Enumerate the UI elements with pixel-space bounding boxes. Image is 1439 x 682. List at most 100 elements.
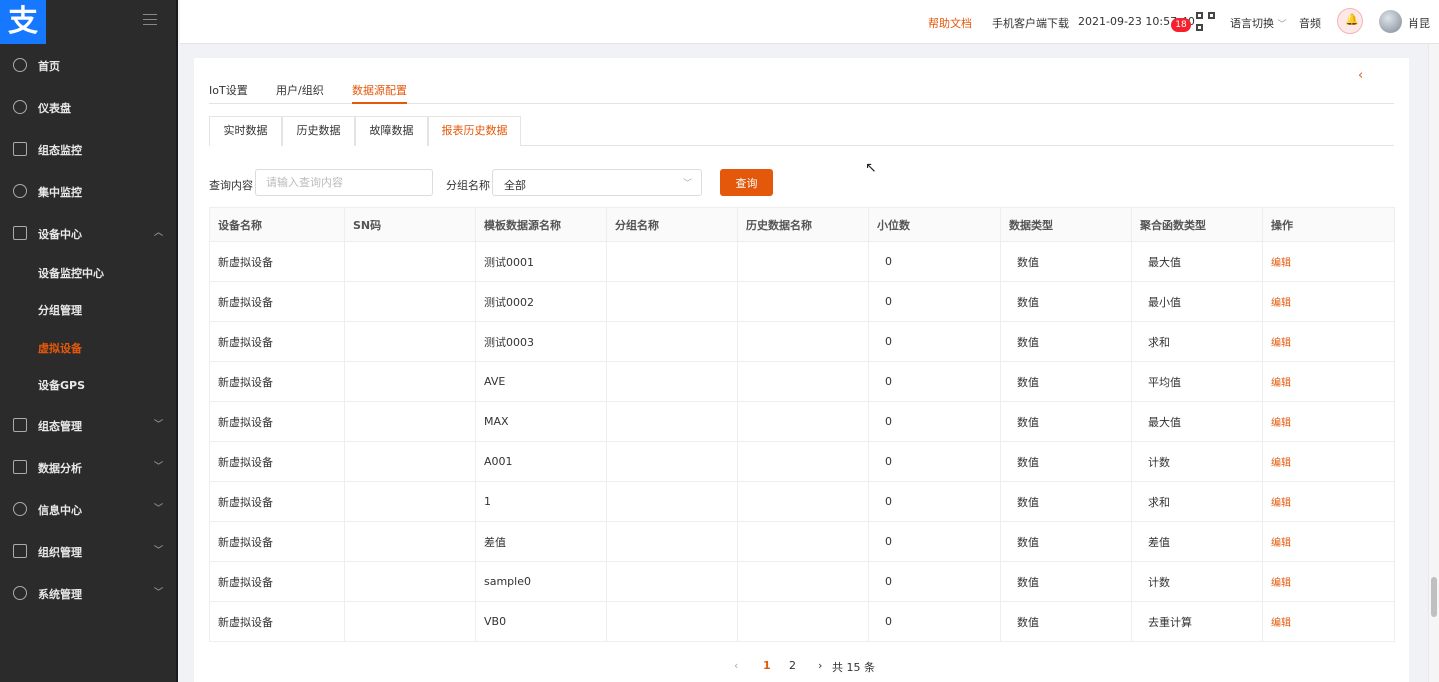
- page-2-button[interactable]: 2: [789, 659, 796, 672]
- edit-link[interactable]: 编辑: [1271, 378, 1291, 389]
- sidebar-item-home[interactable]: 首页: [0, 55, 178, 75]
- table-row: 新虚拟设备 AVE 0 数值 平均值 编辑: [209, 361, 1395, 402]
- table-cell: 数值: [1000, 401, 1132, 442]
- table-cell: 最小值: [1131, 281, 1263, 322]
- query-label: 查询内容: [209, 179, 253, 192]
- table-cell: 计数: [1131, 561, 1263, 602]
- tab-fault-data[interactable]: 故障数据: [355, 116, 428, 146]
- table-cell: 0: [868, 521, 1001, 562]
- table-cell: [606, 561, 738, 602]
- table-cell: [737, 441, 869, 482]
- page-1-button[interactable]: 1: [763, 659, 771, 672]
- language-switch[interactable]: 语言切换 ﹀: [1230, 15, 1287, 31]
- table-cell: AVE: [475, 361, 607, 402]
- table-cell: 新虚拟设备: [209, 601, 345, 642]
- table-cell: 去重计算: [1131, 601, 1263, 642]
- avatar[interactable]: [1379, 10, 1402, 33]
- sidebar-item-central-monitor[interactable]: 集中监控: [0, 181, 178, 201]
- table-cell: [737, 281, 869, 322]
- sidebar-subitem-device-gps[interactable]: 设备GPS: [38, 377, 85, 393]
- group-label: 分组名称: [446, 179, 490, 192]
- table-cell: [606, 441, 738, 482]
- group-select[interactable]: 全部 ﹀: [492, 169, 702, 196]
- tab-user-org[interactable]: 用户/组织: [276, 82, 324, 104]
- edit-link[interactable]: 编辑: [1271, 338, 1291, 349]
- edit-link[interactable]: 编辑: [1271, 578, 1291, 589]
- sidebar-item-scada-monitor[interactable]: 组态监控: [0, 139, 178, 159]
- back-chevron-icon[interactable]: ‹: [1358, 68, 1363, 83]
- table-cell: 编辑: [1262, 601, 1395, 642]
- table-row: 新虚拟设备 测试0003 0 数值 求和 编辑: [209, 321, 1395, 362]
- tab-iot-settings[interactable]: IoT设置: [209, 82, 248, 104]
- edit-link[interactable]: 编辑: [1271, 618, 1291, 629]
- app-logo[interactable]: 支: [0, 0, 46, 44]
- table-cell: 数值: [1000, 281, 1132, 322]
- total-count: 共 15 条: [832, 661, 875, 674]
- sidebar-item-message-center[interactable]: 信息中心 ﹀: [0, 499, 178, 519]
- table-cell: 新虚拟设备: [209, 281, 345, 322]
- table-cell: 差值: [475, 521, 607, 562]
- username[interactable]: 肖昆: [1408, 15, 1430, 31]
- table-cell: [344, 281, 476, 322]
- table-cell: 0: [868, 321, 1001, 362]
- sidebar-item-system-management[interactable]: 系统管理 ﹀: [0, 583, 178, 603]
- table-cell: [344, 521, 476, 562]
- notification-button[interactable]: 🔔: [1337, 8, 1363, 34]
- mobile-client-download-link[interactable]: 手机客户端下载: [992, 15, 1069, 31]
- edit-link[interactable]: 编辑: [1271, 298, 1291, 309]
- prev-page-button[interactable]: ‹: [734, 659, 738, 672]
- sidebar-item-org-management[interactable]: 组织管理 ﹀: [0, 541, 178, 561]
- table-cell: 最大值: [1131, 241, 1263, 282]
- table-cell: [606, 401, 738, 442]
- sidebar-item-scada-management[interactable]: 组态管理 ﹀: [0, 415, 178, 435]
- sidebar-item-dashboard[interactable]: 仪表盘: [0, 97, 178, 117]
- sidebar-subitem-device-monitor-center[interactable]: 设备监控中心: [38, 265, 104, 281]
- tab-data-source-config[interactable]: 数据源配置: [352, 82, 407, 104]
- sidebar-item-label: 仪表盘: [38, 102, 71, 115]
- table-cell: 数值: [1000, 361, 1132, 402]
- table-cell: 新虚拟设备: [209, 481, 345, 522]
- tab-history-data[interactable]: 历史数据: [282, 116, 355, 146]
- help-docs-link[interactable]: 帮助文档: [928, 15, 972, 31]
- table-cell: [344, 361, 476, 402]
- table-cell: [344, 401, 476, 442]
- chevron-down-icon: ﹀: [154, 420, 164, 430]
- scrollbar-thumb[interactable]: [1431, 577, 1437, 617]
- table-cell: [606, 481, 738, 522]
- table-cell: 编辑: [1262, 321, 1395, 362]
- menu-collapse-icon[interactable]: [143, 14, 157, 26]
- table-cell: [344, 321, 476, 362]
- sidebar-item-label: 组态监控: [38, 144, 82, 157]
- column-header: 小位数: [868, 207, 1001, 242]
- tab-realtime-data[interactable]: 实时数据: [209, 116, 282, 146]
- sidebar-item-device-center[interactable]: 设备中心 ︿: [0, 223, 178, 243]
- table-cell: [737, 561, 869, 602]
- query-input[interactable]: [255, 169, 433, 196]
- edit-link[interactable]: 编辑: [1271, 458, 1291, 469]
- data-table: 设备名称 SN码 模板数据源名称 分组名称 历史数据名称 小位数 数据类型 聚合…: [209, 207, 1395, 642]
- chevron-down-icon: ﹀: [154, 546, 164, 556]
- table-cell: 编辑: [1262, 361, 1395, 402]
- chevron-down-icon: ﹀: [154, 588, 164, 598]
- sidebar-item-data-analysis[interactable]: 数据分析 ﹀: [0, 457, 178, 477]
- edit-link[interactable]: 编辑: [1271, 538, 1291, 549]
- table-cell: 新虚拟设备: [209, 321, 345, 362]
- sidebar-subitem-virtual-device[interactable]: 虚拟设备: [38, 340, 82, 356]
- sidebar-subitem-group-management[interactable]: 分组管理: [38, 302, 82, 318]
- mouse-cursor-icon: ↖: [865, 160, 877, 176]
- edit-link[interactable]: 编辑: [1271, 258, 1291, 269]
- edit-link[interactable]: 编辑: [1271, 498, 1291, 509]
- audio-toggle[interactable]: 音频: [1299, 15, 1321, 31]
- vertical-scrollbar[interactable]: [1428, 44, 1439, 682]
- tab-report-history-data[interactable]: 报表历史数据: [428, 116, 521, 146]
- table-cell: 0: [868, 401, 1001, 442]
- table-cell: 平均值: [1131, 361, 1263, 402]
- table-cell: 编辑: [1262, 521, 1395, 562]
- table-cell: [606, 321, 738, 362]
- next-page-button[interactable]: ›: [818, 659, 822, 672]
- search-button[interactable]: 查询: [720, 169, 773, 196]
- edit-link[interactable]: 编辑: [1271, 418, 1291, 429]
- column-header: 操作: [1262, 207, 1395, 242]
- qr-code-icon[interactable]: [1196, 12, 1215, 31]
- table-cell: 新虚拟设备: [209, 561, 345, 602]
